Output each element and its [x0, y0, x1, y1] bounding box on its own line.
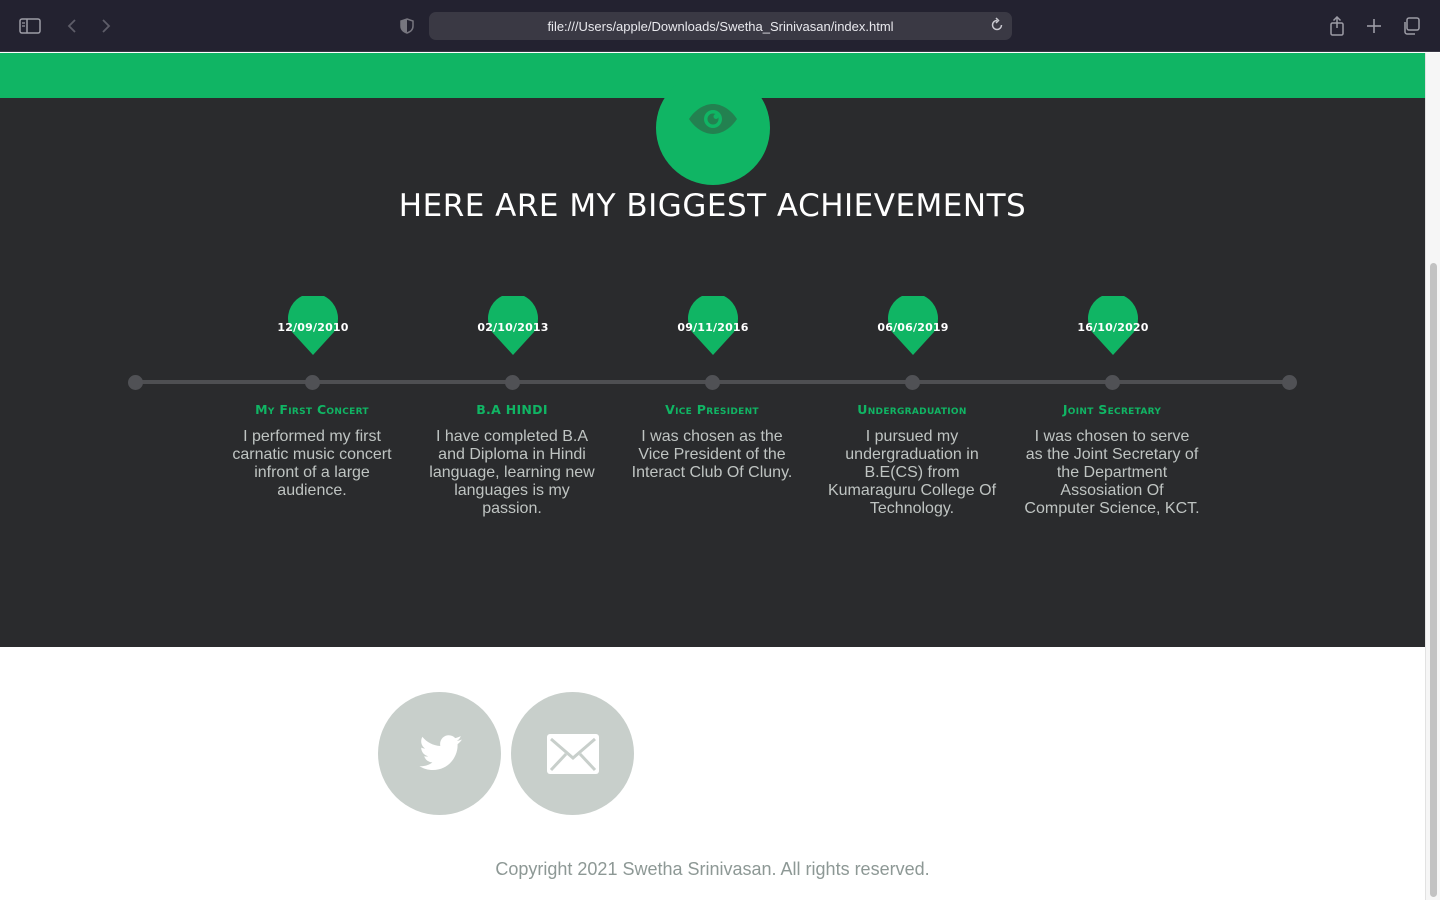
copyright-text: Copyright 2021 Swetha Srinivasan. All ri…	[495, 859, 930, 879]
achievement-date: 12/09/2010	[277, 321, 349, 334]
timeline-dot	[905, 375, 920, 390]
twitter-button[interactable]	[378, 692, 501, 815]
page-viewport: HERE ARE MY BIGGEST ACHIEVEMENTS 12/09/2…	[0, 53, 1425, 900]
achievement-title: Joint Secretary	[1062, 402, 1162, 417]
share-icon[interactable]	[1325, 14, 1349, 38]
shield-icon[interactable]	[395, 14, 419, 38]
scrollbar[interactable]	[1425, 53, 1440, 900]
achievement-description: I performed my first carnatic music conc…	[232, 428, 392, 499]
timeline-start-dot	[128, 375, 143, 390]
achievement-title: Vice President	[665, 402, 759, 417]
achievement-description: I pursued my undergraduation in B.E(CS) …	[827, 428, 997, 517]
address-bar[interactable]: file:///Users/apple/Downloads/Swetha_Sri…	[429, 12, 1012, 40]
twitter-icon	[418, 734, 462, 770]
sidebar-icon[interactable]	[18, 14, 42, 38]
eye-badge	[656, 85, 770, 189]
email-button[interactable]	[511, 692, 634, 815]
browser-toolbar: file:///Users/apple/Downloads/Swetha_Sri…	[0, 0, 1440, 52]
tabs-overview-icon[interactable]	[1399, 14, 1423, 38]
timeline-dot	[1105, 375, 1120, 390]
reload-icon[interactable]	[990, 17, 1004, 38]
eye-icon	[689, 104, 737, 134]
achievement-date: 02/10/2013	[477, 321, 549, 334]
achievement-title: My First Concert	[255, 402, 369, 417]
timeline-dot	[305, 375, 320, 390]
timeline-dot	[505, 375, 520, 390]
mail-icon	[546, 733, 599, 774]
scrollbar-thumb[interactable]	[1430, 263, 1437, 897]
achievement-date: 16/10/2020	[1077, 321, 1149, 334]
achievement-description: I was chosen to serve as the Joint Secre…	[1024, 428, 1200, 517]
new-tab-icon[interactable]	[1362, 14, 1386, 38]
url-text: file:///Users/apple/Downloads/Swetha_Sri…	[547, 18, 894, 34]
achievement-date: 06/06/2019	[877, 321, 949, 334]
achievement-title: Undergraduation	[857, 402, 967, 417]
timeline-end-dot	[1282, 375, 1297, 390]
achievement-description: I have completed B.A and Diploma in Hind…	[429, 428, 595, 517]
forward-icon[interactable]	[94, 14, 118, 38]
section-heading: HERE ARE MY BIGGEST ACHIEVEMENTS	[398, 188, 1027, 224]
timeline-dot	[705, 375, 720, 390]
achievement-description: I was chosen as the Vice President of th…	[631, 428, 793, 481]
achievement-date: 09/11/2016	[677, 321, 749, 334]
back-icon[interactable]	[60, 14, 84, 38]
achievement-title: B.A HINDI	[476, 402, 548, 417]
achievements-section: HERE ARE MY BIGGEST ACHIEVEMENTS 12/09/2…	[0, 85, 1425, 647]
